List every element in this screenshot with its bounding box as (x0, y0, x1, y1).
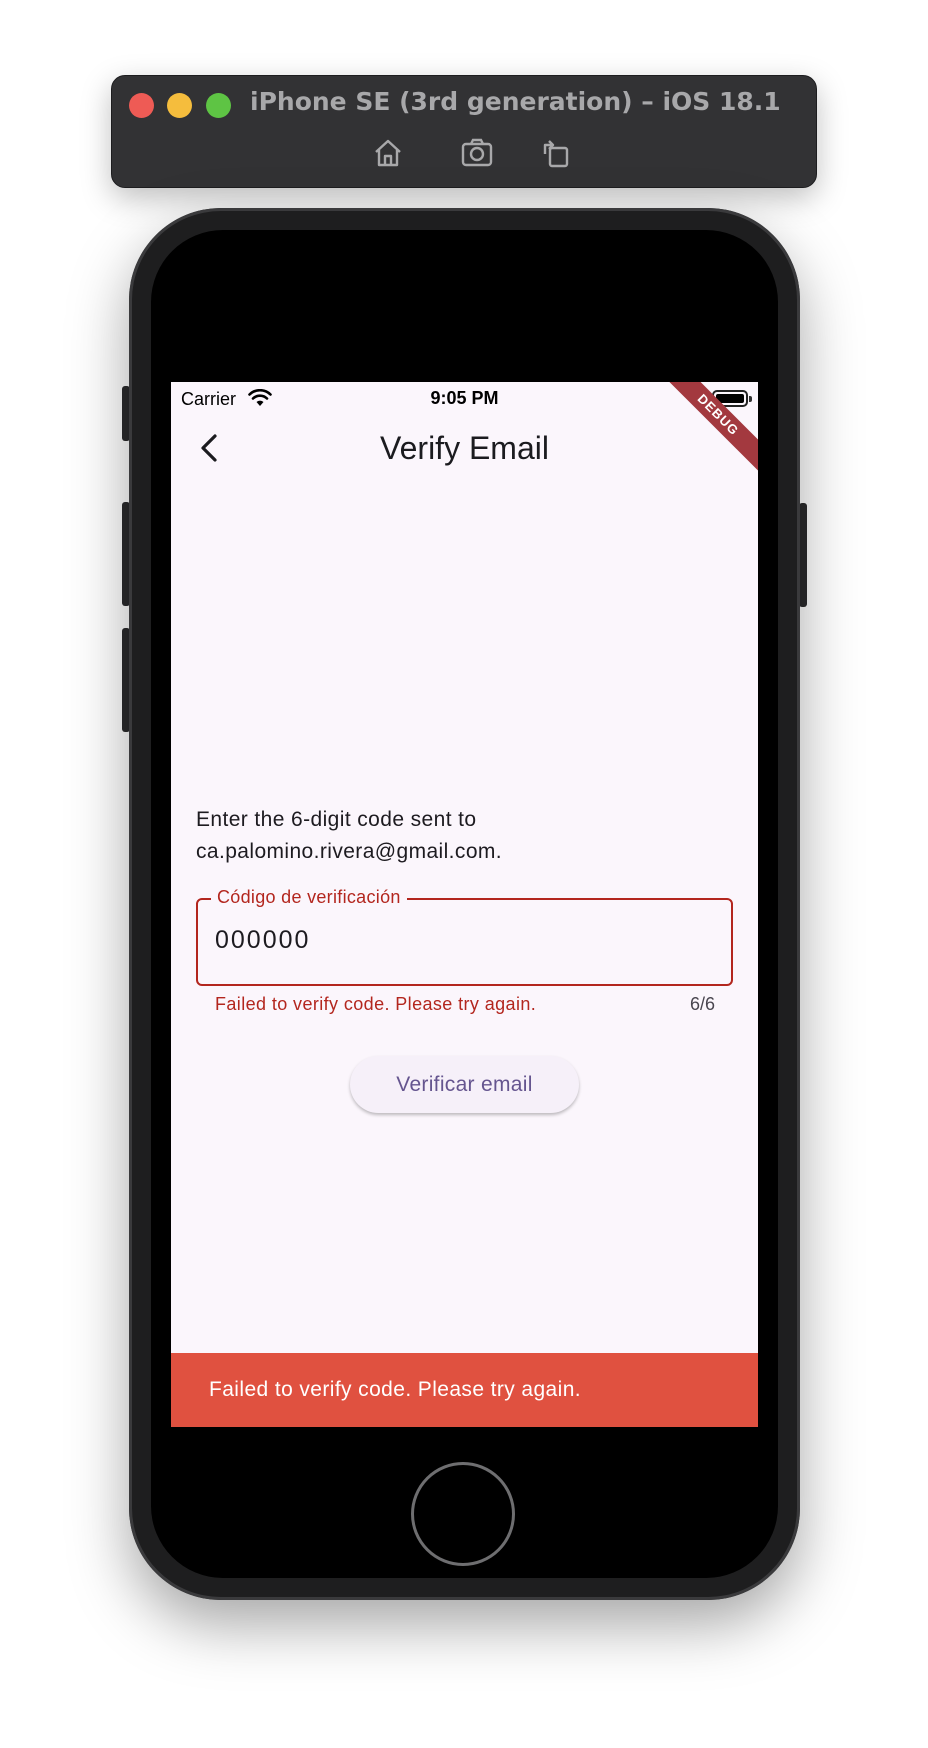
app-screen: Carrier 9:05 PM DEBUG Verify Email Enter… (171, 382, 758, 1427)
status-bar: Carrier 9:05 PM (171, 382, 758, 416)
minimize-window-button[interactable] (167, 93, 192, 118)
close-window-button[interactable] (129, 93, 154, 118)
simulator-title-bar: iPhone SE (3rd generation) – iOS 18.1 (111, 75, 817, 188)
snackbar-message: Failed to verify code. Please try again. (209, 1378, 582, 1401)
home-icon[interactable] (371, 136, 405, 170)
verify-email-button[interactable]: Verificar email (350, 1056, 579, 1113)
simulator-stage: iPhone SE (3rd generation) – iOS 18.1 Ca… (0, 0, 928, 1748)
home-button[interactable] (411, 1462, 515, 1566)
instructions-text: Enter the 6-digit code sent to ca.palomi… (196, 808, 503, 863)
verification-code-field[interactable]: Código de verificación 000000 (196, 887, 733, 986)
simulator-title: iPhone SE (3rd generation) – iOS 18.1 (250, 87, 781, 116)
simulator-toolbar (112, 136, 816, 170)
screenshot-icon[interactable] (460, 136, 494, 170)
page-title: Verify Email (380, 430, 549, 466)
verification-code-input[interactable]: 000000 (215, 926, 310, 955)
app-bar: Verify Email (171, 416, 758, 480)
field-error-text: Failed to verify code. Please try again. (215, 994, 537, 1014)
error-snackbar: Failed to verify code. Please try again. (171, 1353, 758, 1427)
character-counter: 6/6 (689, 994, 715, 1014)
zoom-window-button[interactable] (206, 93, 231, 118)
rotate-icon[interactable] (539, 136, 573, 170)
status-time: 9:05 PM (430, 388, 499, 408)
verification-code-label: Código de verificación (211, 887, 407, 908)
power-button (799, 503, 807, 607)
